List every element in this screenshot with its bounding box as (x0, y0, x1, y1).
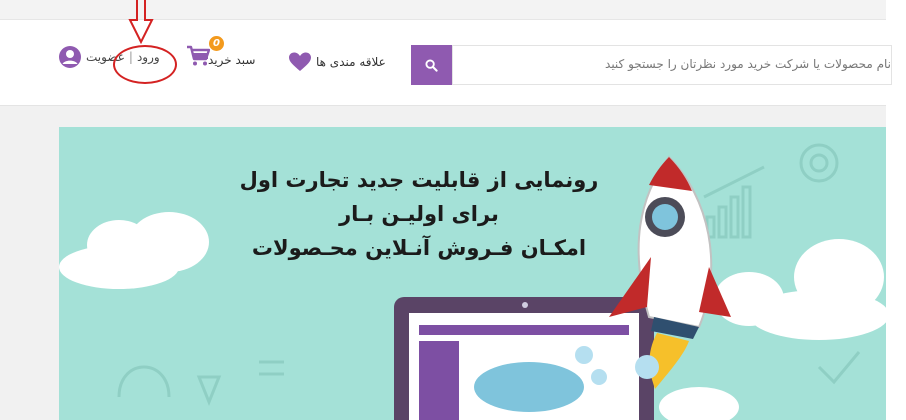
wishlist-link[interactable]: علاقه مندی ها (288, 50, 386, 74)
search-icon (425, 58, 438, 72)
banner-headline: رونمایی از قابلیت جدید تجارت اول برای او… (209, 163, 629, 265)
search-button[interactable] (411, 45, 452, 85)
search-placeholder: نام محصولات یا شرکت خرید مورد نظرتان را … (605, 57, 891, 71)
banner-line-1: رونمایی از قابلیت جدید تجارت اول (239, 168, 599, 192)
banner-line-2: برای اولیـن بـار (339, 202, 499, 226)
highlight-ellipse-annotation (113, 45, 177, 84)
down-arrow-annotation (128, 0, 154, 44)
wishlist-label: علاقه مندی ها (316, 55, 386, 69)
heart-icon (289, 52, 311, 71)
promo-banner[interactable]: رونمایی از قابلیت جدید تجارت اول برای او… (59, 127, 886, 420)
user-avatar-icon[interactable] (58, 45, 82, 69)
cart-count-badge: 0 (209, 36, 224, 51)
cart-link[interactable]: 0 سبد خرید (186, 36, 266, 76)
cart-icon (187, 45, 210, 66)
cart-label: سبد خرید (208, 53, 256, 67)
search-input[interactable]: نام محصولات یا شرکت خرید مورد نظرتان را … (452, 45, 892, 85)
banner-line-3: امکـان فـروش آنـلاین محـصولات (251, 236, 587, 260)
